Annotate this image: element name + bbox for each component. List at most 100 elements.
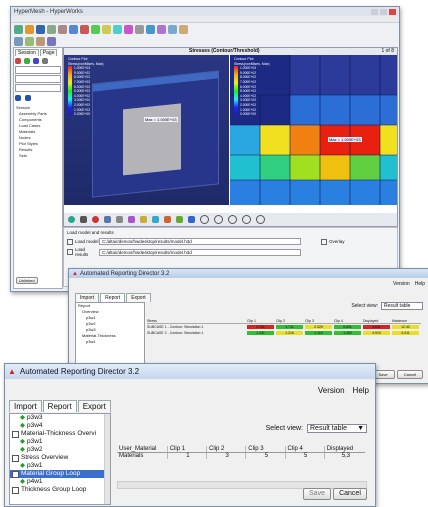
redo-icon[interactable] [58, 24, 67, 34]
model-path-input[interactable]: C:/altair/demos/hwdesktop/results/model.… [99, 238, 301, 245]
fit-icon[interactable] [102, 24, 111, 34]
cancel-button[interactable]: Cancel [397, 370, 423, 379]
blue-arrow-icon[interactable] [15, 95, 21, 101]
tab-page[interactable]: Page [39, 49, 58, 56]
select-view-dropdown[interactable]: Result table [381, 302, 423, 310]
iso-icon[interactable] [152, 216, 159, 223]
vector-icon[interactable] [164, 216, 171, 223]
ard-window-front: ▲ Automated Reporting Director 3.2 Versi… [4, 363, 376, 507]
model-select[interactable] [15, 66, 61, 74]
play-icon[interactable] [68, 216, 75, 223]
tree-item[interactable]: Material Group Loop [10, 470, 110, 478]
collapse-icon[interactable] [33, 58, 39, 64]
tab-export[interactable]: Export [77, 400, 111, 412]
section-icon[interactable] [168, 24, 177, 34]
menu-bar [11, 16, 399, 23]
tree-item[interactable]: ◆ p3w2 [10, 446, 110, 454]
pan-icon[interactable] [80, 24, 89, 34]
measure-icon[interactable] [157, 24, 166, 34]
frame-icon[interactable] [104, 216, 111, 223]
menu-version[interactable]: Version [318, 386, 345, 395]
deform-icon[interactable] [188, 216, 195, 223]
close-icon[interactable] [389, 8, 396, 15]
save-button[interactable]: Save [303, 488, 331, 500]
camera-icon[interactable] [116, 216, 123, 223]
load-results-checkbox[interactable] [67, 249, 73, 255]
view-icon[interactable] [113, 24, 122, 34]
row-label: SUBCASE 1 - Contour: Simulation 1 [147, 325, 204, 329]
save-icon[interactable] [36, 24, 45, 34]
right-plot[interactable]: Contour Plot Stress(vonMises, Max) 1.000… [230, 55, 397, 205]
maximize-icon[interactable] [380, 8, 387, 15]
unlinked-button[interactable]: Unlinked [16, 277, 38, 284]
filter-icon[interactable] [15, 58, 21, 64]
tensor-icon[interactable] [176, 216, 183, 223]
tree-item-label: p3w3 [27, 414, 43, 421]
tab-import[interactable]: Import [75, 293, 100, 302]
load-model-checkbox[interactable] [67, 238, 73, 245]
tab-report[interactable]: Report [42, 400, 77, 412]
page-icon[interactable] [14, 36, 23, 46]
overlay-checkbox[interactable] [321, 238, 327, 245]
tree-scrollbar[interactable] [104, 414, 110, 504]
menu-version[interactable]: Version [393, 281, 410, 287]
layout-icon[interactable] [25, 36, 34, 46]
table-header-cell: Clip 1 [166, 446, 206, 452]
search-icon[interactable] [42, 58, 48, 64]
circle-5-icon[interactable] [256, 215, 265, 224]
results-path-input[interactable]: C:/altair/demos/hwdesktop/results/model.… [99, 248, 301, 256]
tree-item[interactable]: Stress Overview [10, 454, 110, 462]
left-plot[interactable]: Contour Plot Stress(vonMises, Max) 1.000… [64, 55, 229, 205]
circle-2-icon[interactable] [214, 215, 223, 224]
sync-icon[interactable] [47, 36, 56, 46]
tree-item[interactable]: ◆ p3w1 [10, 462, 110, 470]
hyperworks-titlebar: HyperMesh - HyperWorks [11, 7, 399, 16]
tab-report[interactable]: Report [100, 293, 126, 302]
probe-icon[interactable] [128, 216, 135, 223]
expand-icon[interactable] [24, 58, 30, 64]
viewport[interactable]: Stresses (Contour/Threshold) 1 of 8 Cont… [63, 47, 398, 227]
contour-icon[interactable] [124, 24, 133, 34]
menu-help[interactable]: Help [353, 386, 369, 395]
tree-item[interactable]: Sets [16, 153, 60, 159]
note-icon[interactable] [179, 24, 188, 34]
legend-icon[interactable] [135, 24, 144, 34]
circle-3-icon[interactable] [228, 215, 237, 224]
open-icon[interactable] [25, 24, 34, 34]
tree-item-label: Material Group Loop [21, 470, 81, 477]
tab-import[interactable]: Import [9, 400, 42, 412]
table-row[interactable]: SUBCASE 2 - Contour: Simulation 1 1.431 1.… [147, 330, 421, 336]
select-view-value: Result table [310, 425, 347, 432]
blue-arrow-2-icon[interactable] [25, 95, 31, 101]
circle-4-icon[interactable] [242, 215, 251, 224]
table-cell: 1.110 [305, 331, 332, 335]
tree-item[interactable]: ◆ p3w1 [10, 438, 110, 446]
menu-help[interactable]: Help [415, 281, 425, 287]
load-panel-title: Load model and results [67, 230, 114, 235]
tag-icon[interactable] [140, 216, 147, 223]
model-select-2[interactable] [15, 75, 61, 83]
right-max-tag: Max = 1.000E+03 [328, 137, 362, 142]
tree-item[interactable]: p3w1 [78, 339, 144, 345]
select-view-dropdown[interactable]: Result table ▼ [307, 424, 367, 433]
cancel-button[interactable]: Cancel [333, 488, 367, 500]
tree-item[interactable]: ◆ p4w1 [10, 478, 110, 486]
model-select-3[interactable] [15, 84, 61, 92]
tree-item[interactable]: Thickness Group Loop [10, 486, 110, 494]
undo-icon[interactable] [47, 24, 56, 34]
tree-item[interactable]: ◆ p3w3 [10, 414, 110, 422]
tab-export[interactable]: Export [126, 293, 151, 302]
animate-icon[interactable] [146, 24, 155, 34]
record-icon[interactable] [92, 216, 99, 223]
table-cell: 4.411 [392, 331, 419, 335]
new-icon[interactable] [14, 24, 23, 34]
stop-icon[interactable] [80, 216, 87, 223]
circle-1-icon[interactable] [200, 215, 209, 224]
tab-session[interactable]: Session [15, 49, 39, 56]
tree-item[interactable]: Material-Thickness Overvi [10, 430, 110, 438]
tree-item[interactable]: ◆ p3w4 [10, 422, 110, 430]
window-icon[interactable] [36, 36, 45, 46]
minimize-icon[interactable] [371, 8, 378, 15]
zoom-icon[interactable] [91, 24, 100, 34]
rotate-icon[interactable] [69, 24, 78, 34]
